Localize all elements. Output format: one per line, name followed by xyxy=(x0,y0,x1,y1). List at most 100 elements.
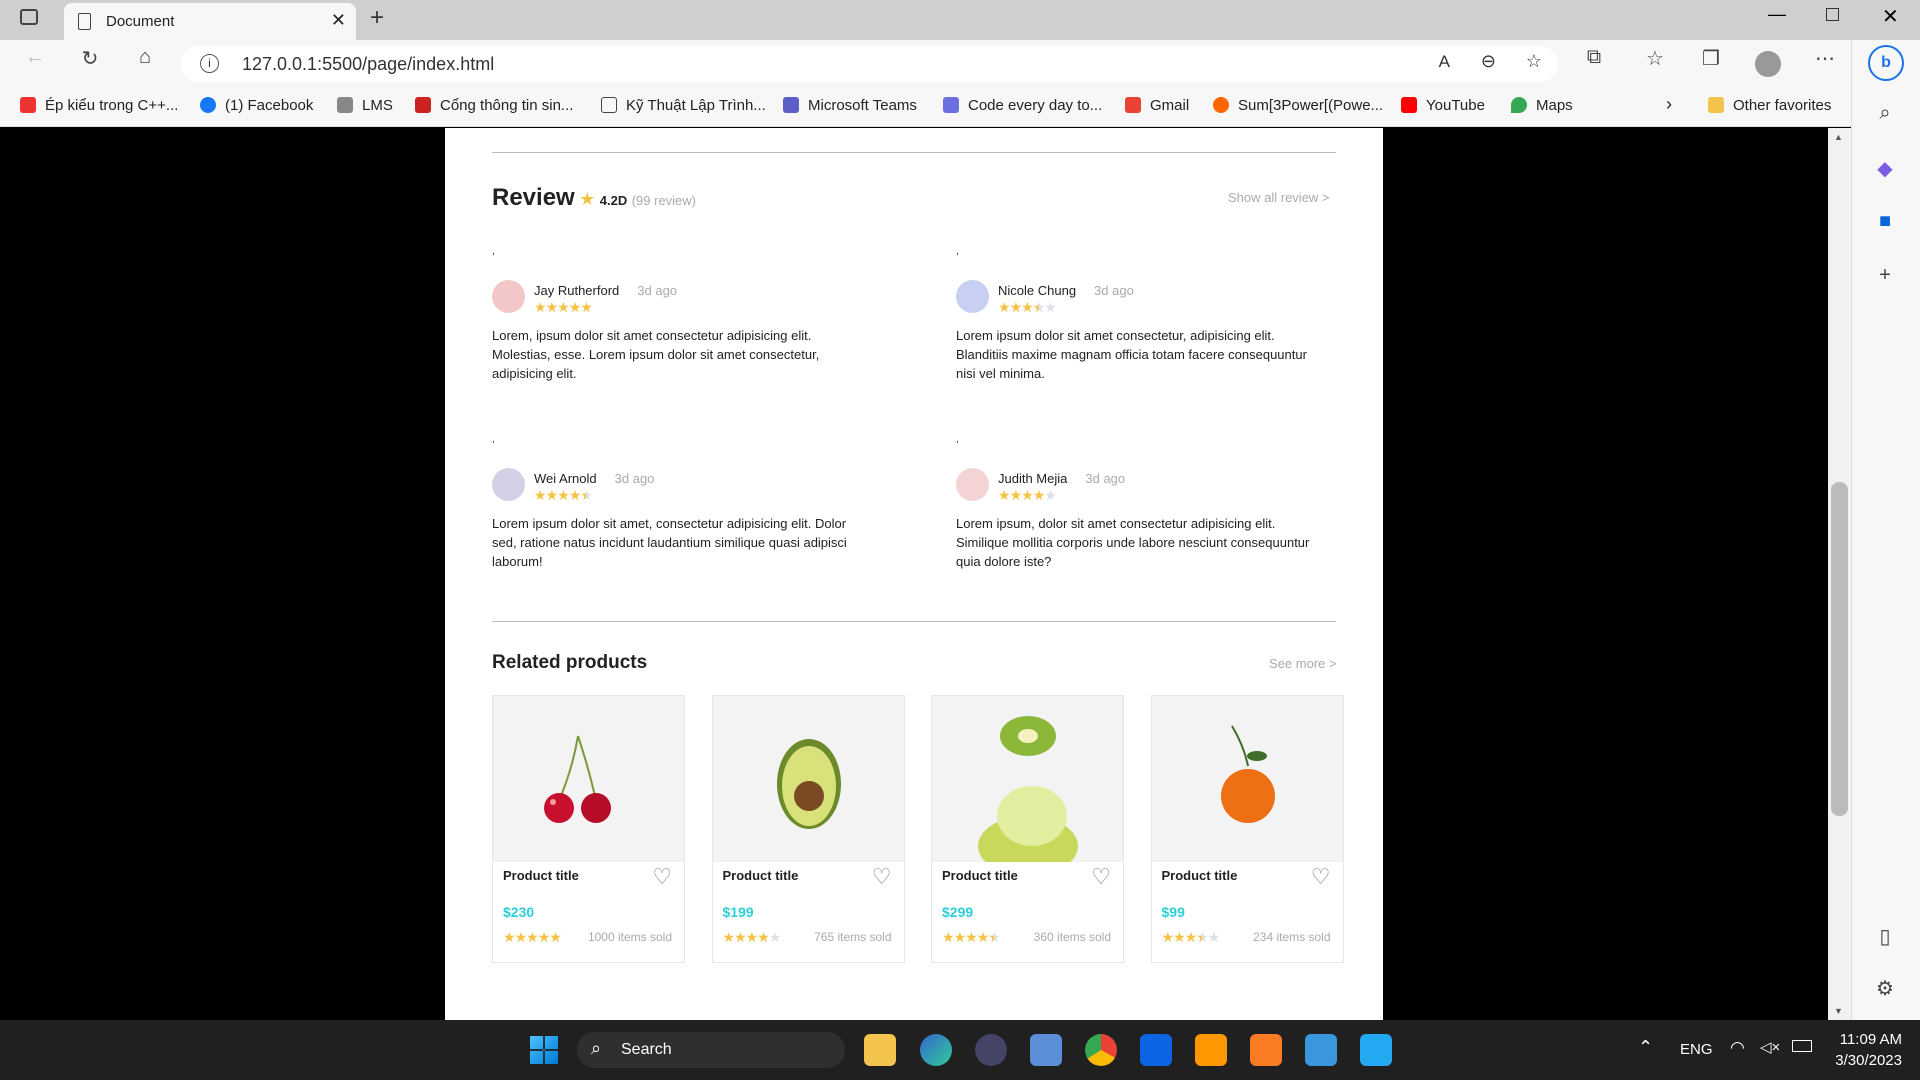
scroll-down-icon[interactable]: ▼ xyxy=(1834,1006,1843,1016)
mute-icon[interactable]: ◁× xyxy=(1760,1038,1780,1056)
show-all-reviews-link[interactable]: Show all review > xyxy=(1228,190,1330,205)
zoom-out-icon[interactable]: ⊖ xyxy=(1481,51,1496,72)
clock-time[interactable]: 11:09 AM xyxy=(1830,1031,1902,1048)
page-icon xyxy=(78,13,91,30)
heart-icon[interactable]: ♡ xyxy=(652,864,672,890)
product-title[interactable]: Product title xyxy=(723,868,799,883)
trello-icon[interactable] xyxy=(1140,1034,1172,1066)
product-card[interactable]: Product title ♡ $299 ★★★★★ 360 items sol… xyxy=(931,695,1124,963)
product-price: $230 xyxy=(503,904,535,920)
bing-icon[interactable]: b xyxy=(1868,45,1904,81)
close-tab-icon[interactable]: ✕ xyxy=(331,10,346,31)
edge-sidebar: b ⌕ ◆ ■ + ▯ ⚙ xyxy=(1851,40,1920,1020)
sublime-icon[interactable] xyxy=(1195,1034,1227,1066)
review-text: Lorem ipsum dolor sit amet consectetur, … xyxy=(956,328,1307,381)
heart-icon[interactable]: ♡ xyxy=(1311,864,1331,890)
star-rating: ★★★★★ xyxy=(534,299,593,315)
product-image[interactable] xyxy=(493,696,684,862)
battery-icon[interactable] xyxy=(1792,1040,1812,1052)
product-image[interactable] xyxy=(1151,696,1343,862)
file-explorer-icon[interactable] xyxy=(864,1034,896,1066)
minimize-icon[interactable]: — xyxy=(1768,4,1786,25)
language-indicator[interactable]: ENG xyxy=(1680,1041,1713,1058)
product-price: $299 xyxy=(942,904,974,920)
wifi-icon[interactable]: ◠ xyxy=(1730,1038,1745,1058)
tab-actions-icon[interactable] xyxy=(20,9,38,25)
product-image[interactable] xyxy=(712,696,904,862)
toolbar: ← ↻ ⌂ i 127.0.0.1:5500/page/index.html A… xyxy=(0,40,1851,86)
profile-avatar[interactable] xyxy=(1755,51,1781,77)
favorite-item[interactable]: Cổng thông tin sin... xyxy=(415,97,573,114)
xampp-icon[interactable] xyxy=(1250,1034,1282,1066)
heart-icon[interactable]: ♡ xyxy=(872,864,892,890)
favorite-item[interactable]: Code every day to... xyxy=(943,97,1102,114)
home-icon[interactable]: ⌂ xyxy=(130,46,160,69)
chevron-right-icon[interactable]: › xyxy=(1666,94,1672,115)
divider xyxy=(492,621,1336,622)
favorite-item[interactable]: Microsoft Teams xyxy=(783,97,917,114)
favorite-add-icon[interactable]: ☆ xyxy=(1526,51,1542,72)
favorite-item[interactable]: YouTube xyxy=(1401,97,1485,114)
favorite-item[interactable]: LMS xyxy=(337,97,393,114)
favorite-item[interactable]: Maps xyxy=(1511,97,1573,114)
other-favorites[interactable]: Other favorites xyxy=(1708,97,1831,114)
scrollbar-thumb[interactable] xyxy=(1831,482,1848,816)
back-icon[interactable]: ← xyxy=(20,46,50,69)
favorite-item[interactable]: Kỹ Thuật Lập Trình... xyxy=(601,97,766,114)
extensions-icon[interactable]: ⧉ xyxy=(1579,46,1609,69)
product-title[interactable]: Product title xyxy=(503,868,579,883)
more-icon[interactable]: ⋯ xyxy=(1810,46,1840,71)
sidebar-toggle-icon[interactable]: ▯ xyxy=(1870,924,1900,949)
review-mark: , xyxy=(956,246,959,257)
refresh-icon[interactable]: ↻ xyxy=(75,46,105,71)
product-image[interactable] xyxy=(932,696,1123,876)
product-card[interactable]: Product title ♡ $99 ★★★★★ 234 items sold xyxy=(1150,695,1344,963)
app-icon[interactable] xyxy=(975,1034,1007,1066)
favorite-item[interactable]: Sum[3Power[(Powe... xyxy=(1213,97,1383,114)
product-card[interactable]: Product title ♡ $199 ★★★★★ 765 items sol… xyxy=(711,695,905,963)
tab-document[interactable]: Document ✕ xyxy=(64,3,356,40)
url-text: 127.0.0.1:5500/page/index.html xyxy=(242,54,495,74)
edge-icon[interactable] xyxy=(920,1034,952,1066)
clock-date[interactable]: 3/30/2023 xyxy=(1820,1052,1902,1069)
product-title[interactable]: Product title xyxy=(1162,868,1238,883)
favorite-item[interactable]: (1) Facebook xyxy=(200,97,313,114)
favorite-item[interactable]: Gmail xyxy=(1125,97,1189,114)
chevron-up-icon[interactable]: ⌃ xyxy=(1638,1037,1653,1058)
reviewer-name: Jay Rutherford xyxy=(534,283,620,298)
taskbar-search[interactable]: ⌕ Search xyxy=(577,1032,845,1068)
info-icon[interactable]: i xyxy=(200,54,219,73)
address-bar[interactable]: i 127.0.0.1:5500/page/index.html A ⊖ ☆ xyxy=(180,46,1558,82)
vscode-icon[interactable] xyxy=(1360,1034,1392,1066)
see-more-link[interactable]: See more > xyxy=(1269,656,1337,671)
start-icon[interactable] xyxy=(530,1036,558,1064)
close-window-icon[interactable]: ✕ xyxy=(1882,4,1899,29)
scroll-up-icon[interactable]: ▲ xyxy=(1834,132,1843,142)
divider xyxy=(492,152,1336,153)
items-sold: 234 items sold xyxy=(1253,930,1331,944)
collections-icon[interactable]: ❐ xyxy=(1696,46,1726,71)
app-icon[interactable] xyxy=(1030,1034,1062,1066)
heart-icon[interactable]: ♡ xyxy=(1091,864,1111,890)
search-icon[interactable]: ⌕ xyxy=(1870,102,1900,125)
star-rating: ★★★★★ xyxy=(503,929,562,945)
search-icon: ⌕ xyxy=(591,1038,602,1058)
product-title[interactable]: Product title xyxy=(942,868,1018,883)
add-icon[interactable]: + xyxy=(1870,264,1900,287)
reviewer-name: Nicole Chung xyxy=(998,283,1077,298)
settings-icon[interactable]: ⚙ xyxy=(1870,976,1900,1001)
product-price: $199 xyxy=(722,904,754,920)
chrome-icon[interactable] xyxy=(1085,1034,1117,1066)
copilot-icon[interactable]: ◆ xyxy=(1870,156,1900,181)
favorites-icon[interactable]: ☆ xyxy=(1640,46,1670,71)
outlook-icon[interactable]: ■ xyxy=(1870,210,1900,233)
review-mark: , xyxy=(492,434,495,445)
items-sold: 765 items sold xyxy=(814,930,892,944)
favorite-item[interactable]: Ép kiểu trong C++... xyxy=(20,97,178,114)
restore-icon[interactable] xyxy=(1826,8,1839,21)
app-icon[interactable] xyxy=(1305,1034,1337,1066)
read-aloud-icon[interactable]: A xyxy=(1439,52,1450,72)
review-rating: 4.2D xyxy=(599,193,628,208)
new-tab-icon[interactable]: + xyxy=(370,4,384,32)
product-card[interactable]: Product title ♡ $230 ★★★★★ 1000 items so… xyxy=(492,695,685,963)
